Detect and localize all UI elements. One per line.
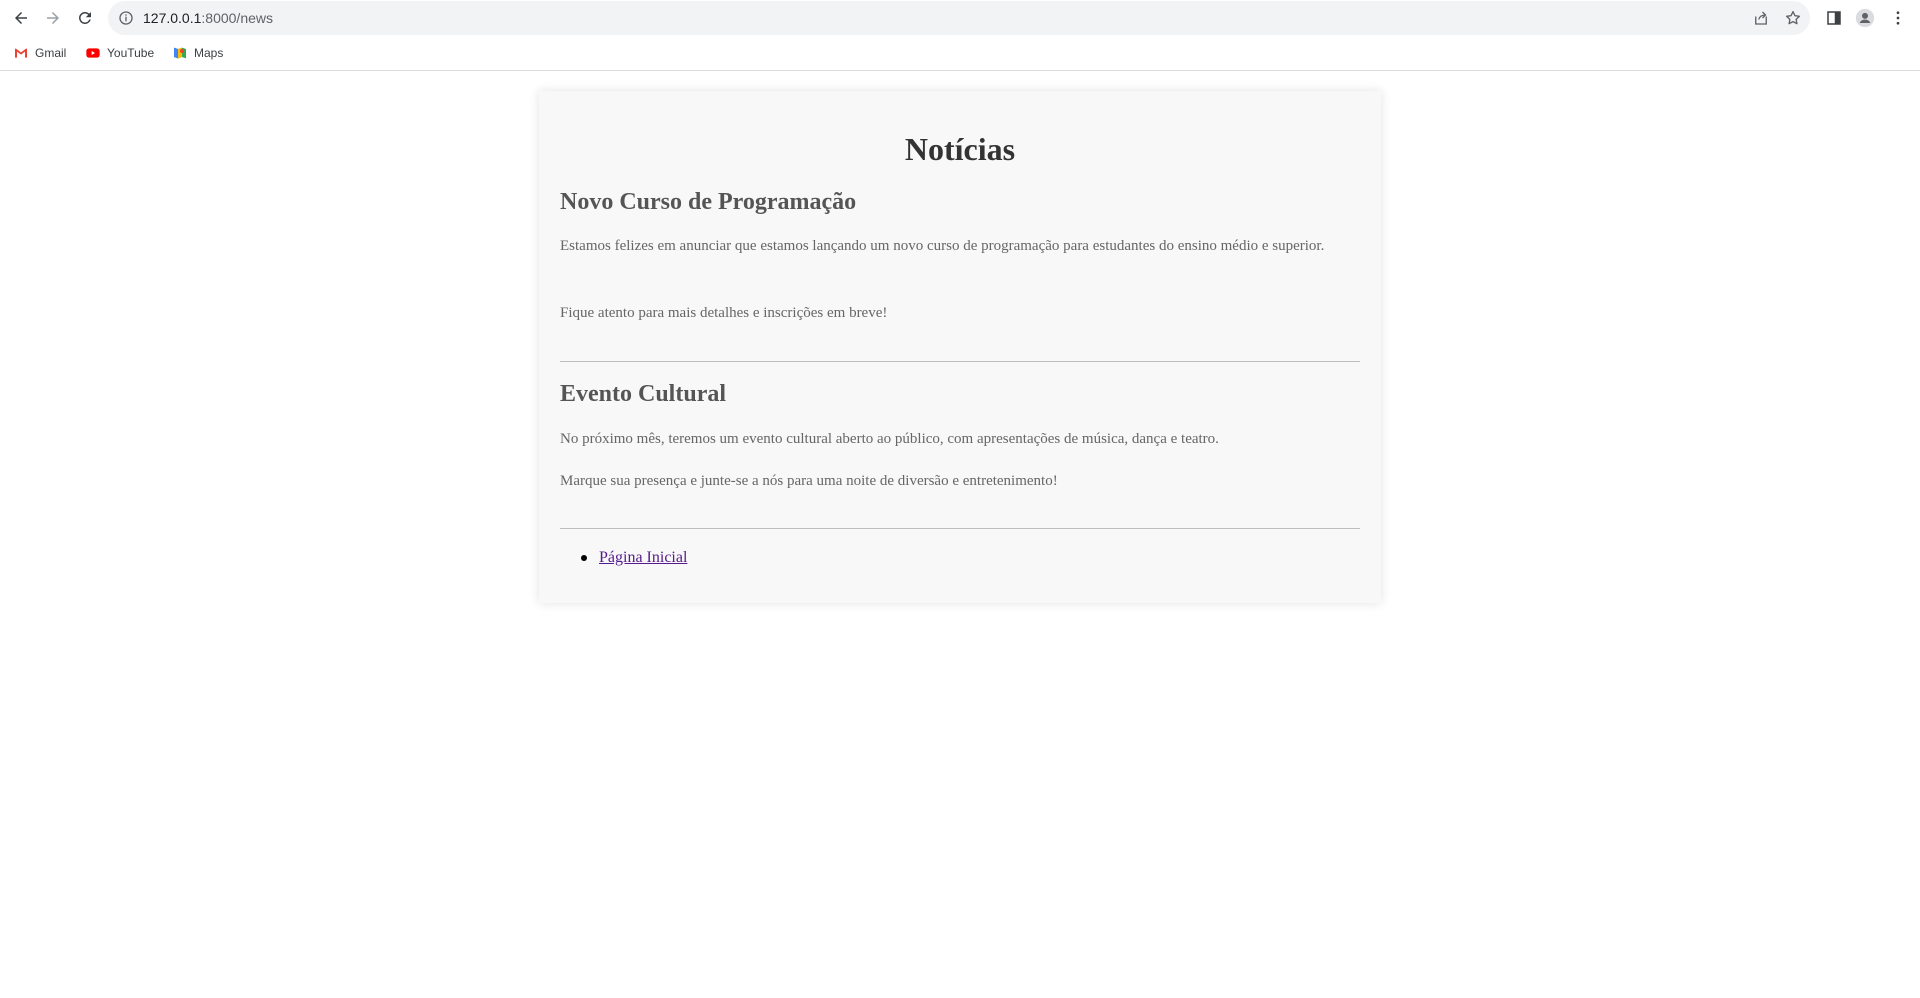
side-panel-icon: [1827, 11, 1841, 25]
bullet-icon: [581, 555, 587, 561]
forward-button[interactable]: [40, 5, 66, 31]
list-item: Página Inicial: [579, 547, 687, 569]
gmail-icon: [15, 48, 27, 58]
divider: [560, 528, 1360, 529]
youtube-icon: [86, 48, 100, 58]
back-button[interactable]: [8, 5, 34, 31]
bookmark-label: YouTube: [107, 46, 155, 60]
star-icon[interactable]: [1784, 9, 1802, 27]
news-paragraph: Marque sua presença e junte-se a nós par…: [560, 473, 1058, 489]
avatar-icon: [1855, 8, 1875, 28]
bookmark-label: Maps: [194, 46, 224, 60]
news-paragraph: Estamos felizes em anunciar que estamos …: [560, 238, 1325, 254]
reload-button[interactable]: [72, 5, 98, 31]
arrow-left-icon: [15, 12, 27, 24]
news-container: Notícias Novo Curso de Programação Estam…: [539, 91, 1381, 603]
news-paragraph: Fique atento para mais detalhes e inscri…: [560, 305, 888, 321]
share-icon[interactable]: [1752, 9, 1770, 27]
menu-button[interactable]: [1888, 8, 1908, 28]
bookmark-maps[interactable]: Maps: [172, 44, 223, 62]
arrow-right-icon: [47, 12, 59, 24]
divider: [560, 361, 1360, 362]
home-link[interactable]: Página Inicial: [599, 549, 687, 566]
url-text[interactable]: 127.0.0.1:8000/news: [143, 1, 273, 35]
page-title: Notícias: [904, 131, 1016, 167]
news-title: Evento Cultural: [560, 381, 727, 407]
reload-icon: [78, 11, 91, 24]
bookmark-label: Gmail: [35, 46, 67, 60]
bookmarks-bar: Gmail YouTube Maps: [0, 36, 1920, 71]
address-bar[interactable]: 127.0.0.1:8000/news: [108, 1, 1810, 35]
more-vert-icon: [1896, 11, 1900, 25]
browser-toolbar: 127.0.0.1:8000/news: [0, 0, 1920, 36]
bookmark-youtube[interactable]: YouTube: [85, 44, 154, 62]
side-panel-button[interactable]: [1824, 8, 1844, 28]
news-title: Novo Curso de Programação: [560, 189, 857, 215]
url-host: 127.0.0.1: [143, 10, 202, 26]
maps-icon: [174, 47, 186, 59]
profile-button[interactable]: [1855, 8, 1875, 28]
info-icon[interactable]: [118, 10, 134, 26]
news-paragraph: No próximo mês, teremos um evento cultur…: [560, 431, 1219, 447]
bookmark-gmail[interactable]: Gmail: [13, 44, 66, 62]
nav-links: Página Inicial: [579, 547, 687, 569]
url-path: :8000/news: [201, 10, 273, 26]
